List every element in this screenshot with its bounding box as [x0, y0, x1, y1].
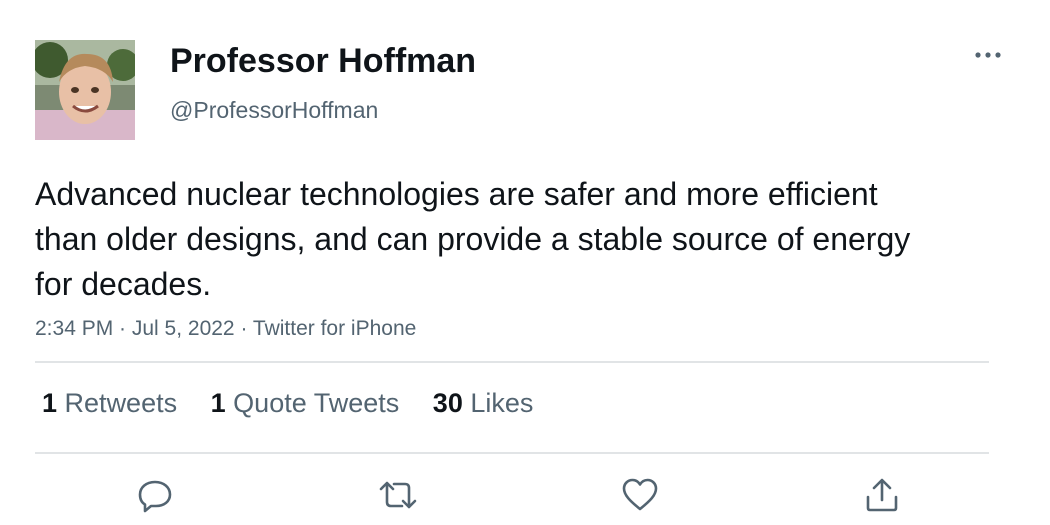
heart-icon — [622, 478, 658, 511]
like-button[interactable] — [615, 470, 665, 520]
avatar-photo-icon — [35, 40, 135, 140]
likes-stat[interactable]: 30 Likes — [433, 388, 534, 419]
retweet-button[interactable] — [373, 470, 423, 520]
retweets-count: 1 — [42, 388, 58, 418]
quote-tweets-stat[interactable]: 1 Quote Tweets — [211, 388, 400, 419]
avatar[interactable] — [35, 40, 135, 140]
share-upload-icon — [866, 478, 898, 512]
more-options-button[interactable] — [970, 40, 1006, 70]
action-bar — [0, 470, 1050, 520]
likes-count: 30 — [432, 388, 463, 418]
more-horizontal-icon — [975, 52, 1001, 58]
share-button[interactable] — [857, 470, 907, 520]
engagement-stats: 1 Retweets 1 Quote Tweets 30 Likes — [42, 388, 559, 419]
divider — [35, 452, 989, 454]
retweet-icon — [379, 481, 417, 509]
tweet-card: Professor Hoffman @ProfessorHoffman Adva… — [0, 0, 1050, 525]
likes-label: Likes — [470, 388, 534, 418]
quote-tweets-count: 1 — [210, 388, 226, 418]
retweets-stat[interactable]: 1 Retweets — [42, 388, 177, 419]
reply-bubble-icon — [138, 480, 172, 513]
tweet-text: Advanced nuclear technologies are safer … — [35, 176, 911, 302]
reply-button[interactable] — [130, 470, 180, 520]
retweets-label: Retweets — [64, 388, 178, 418]
display-name[interactable]: Professor Hoffman — [170, 42, 476, 81]
tweet-meta[interactable]: 2:34 PM · Jul 5, 2022 · Twitter for iPho… — [35, 317, 416, 341]
quote-tweets-label: Quote Tweets — [233, 388, 400, 418]
user-handle[interactable]: @ProfessorHoffman — [170, 97, 378, 124]
divider — [35, 361, 989, 363]
